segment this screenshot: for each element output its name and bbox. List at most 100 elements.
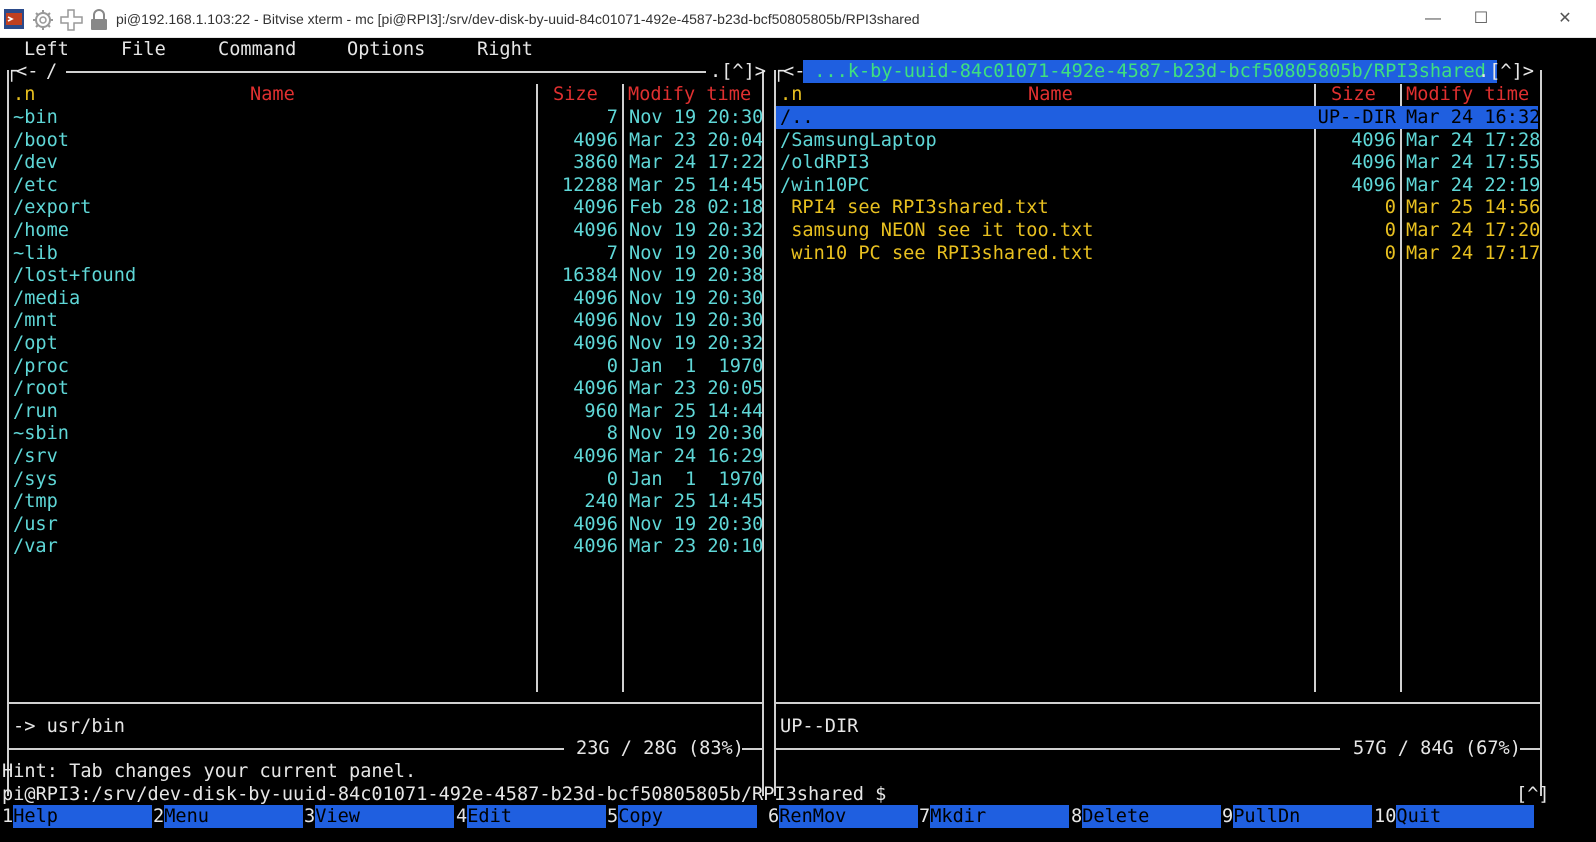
table-row[interactable]: /tmp 240 Mar 25 14:45 [0,490,764,513]
file-name: /root [13,378,69,400]
file-size: 0 [606,468,618,490]
menu-item-file[interactable]: File [121,38,166,61]
menu-item-command[interactable]: Command [218,38,296,61]
file-name: ~sbin [13,423,69,445]
file-name: /var [13,536,58,558]
file-size: 0 [1384,220,1396,241]
table-row[interactable]: ~bin 7 Nov 19 20:30 [0,106,763,129]
new-window-plus-icon[interactable] [60,9,84,34]
fkey-quit-button[interactable]: 10Quit [1374,805,1535,828]
left-panel-header: .n Name Size Modify time [0,83,780,106]
table-row[interactable]: /media 4096 Nov 19 20:30 [0,287,763,310]
file-name: /proc [13,355,69,377]
left-header-mtime[interactable]: Modify time [628,83,751,106]
table-row[interactable]: /SamsungLaptop 4096 Mar 24 17:28 [776,129,1540,152]
table-row[interactable]: /opt 4096 Nov 19 20:32 [0,332,764,355]
file-name: win10 PC see RPI3shared.txt [780,242,1094,264]
file-size: 4096 [573,220,618,241]
fkey-menu-button[interactable]: 2Menu [153,805,304,828]
file-name: /media [13,287,81,309]
table-row[interactable]: /root 4096 Mar 23 20:05 [0,377,764,400]
maximize-button[interactable]: ☐ [1458,0,1504,38]
file-mtime: Nov 19 20:32 [629,333,764,354]
left-sort-indicator[interactable]: .n [13,83,35,106]
menu-item-options[interactable]: Options [347,38,425,61]
left-panel-status: -> usr/bin [13,716,125,737]
file-name: /mnt [13,310,58,332]
fkey-pulldn-button[interactable]: 9PullDn [1222,805,1373,828]
table-row[interactable]: /win10PC 4096 Mar 24 22:19 [776,174,1540,197]
table-row[interactable]: /export 4096 Feb 28 02:18 [0,196,763,219]
file-mtime: Jan 1 1970 [629,468,764,490]
file-name: /opt [13,333,58,354]
file-name: samsung NEON see it too.txt [780,220,1094,241]
right-sort-indicator[interactable]: .n [780,83,802,106]
fkey-help-button[interactable]: 1Help [2,805,153,828]
hint-text: Hint: Tab changes your current panel. [2,761,417,782]
table-row[interactable]: win10 PC see RPI3shared.txt 0 Mar 24 17:17 [776,242,1540,265]
left-header-size[interactable]: Size [553,83,598,106]
file-size: 4096 [573,536,618,558]
file-mtime: Mar 23 20:05 [629,378,764,400]
table-row[interactable]: /etc 12288 Mar 25 14:45 [0,174,763,197]
table-row[interactable]: /mnt 4096 Nov 19 20:30 [0,309,763,332]
table-row[interactable]: /boot 4096 Mar 23 20:04 [0,129,763,152]
right-panel-disk-usage: 57G / 84G (67%) [1353,738,1521,759]
minimize-button[interactable]: — [1410,0,1456,38]
menu-item-left[interactable]: Left [24,38,69,61]
fkey-label: Menu [164,805,304,828]
left-panel-back-arrow[interactable]: <- [16,60,50,83]
file-size: 3860 [573,152,618,174]
shell-prompt[interactable]: pi@RPI3:/srv/dev-disk-by-uuid-84c01071-4… [2,783,886,806]
file-size: 4096 [573,513,618,535]
table-row[interactable]: RPI4 see RPI3shared.txt 0 Mar 25 14:56 [776,196,1540,219]
table-row[interactable]: /usr 4096 Nov 19 20:30 [0,513,763,536]
table-row[interactable]: samsung NEON see it too.txt 0 Mar 24 17:20 [776,219,1540,242]
close-button[interactable]: ✕ [1542,0,1588,38]
terminal-screen[interactable]: Left File Command Options Right ┌ <- / .… [0,38,1596,842]
window-titlebar: pi@192.168.1.103:22 - Bitvise xterm - mc… [0,0,1596,38]
file-size: 0 [606,355,618,377]
command-history-button[interactable]: [^] [1516,783,1550,806]
fkey-label: Edit [467,805,607,828]
table-row[interactable]: /var 4096 Mar 23 20:10 [0,535,763,558]
fkey-renmov-button[interactable]: 6RenMov [768,805,919,828]
right-header-size[interactable]: Size [1331,83,1376,106]
left-panel-corner-menu[interactable]: .[^]> [710,60,766,83]
table-row[interactable]: /sys 0 Jan 1 1970 [0,468,764,491]
table-row[interactable]: /oldRPI3 4096 Mar 24 17:55 [776,151,1540,174]
menu-item-right[interactable]: Right [477,38,533,61]
file-mtime: Nov 19 20:32 [629,220,764,241]
table-row[interactable]: ~lib 7 Nov 19 20:30 [0,242,763,265]
command-line[interactable]: pi@RPI3:/srv/dev-disk-by-uuid-84c01071-4… [0,783,1596,806]
fkey-copy-button[interactable]: 5Copy [607,805,758,828]
table-row[interactable]: /proc 0 Jan 1 1970 [0,355,763,378]
table-row[interactable]: /dev 3860 Mar 24 17:22 [0,151,763,174]
hint-row: Hint: Tab changes your current panel. [0,760,1596,783]
fkey-label: PullDn [1233,805,1373,828]
table-row[interactable]: /home 4096 Nov 19 20:32 [0,219,764,242]
fkey-view-button[interactable]: 3View [304,805,455,828]
menu-bar: Left File Command Options Right [0,38,1596,61]
table-row-selected[interactable]: /.. UP--DIR Mar 24 16:32 [776,106,1541,129]
right-panel-status-row: UP--DIR [773,715,1573,738]
fkey-edit-button[interactable]: 4Edit [456,805,607,828]
right-panel-header: .n Name Size Modify time [773,83,1573,106]
left-header-name[interactable]: Name [250,83,295,106]
gear-icon[interactable] [32,9,54,34]
fkey-delete-button[interactable]: 8Delete [1071,805,1222,828]
fkey-mkdir-button[interactable]: 7Mkdir [919,805,1070,828]
fkey-number: 6 [768,806,780,827]
file-mtime: Mar 24 16:32 [1406,107,1541,128]
table-row[interactable]: /srv 4096 Mar 24 16:29 [0,445,763,468]
fkey-label: Quit [1396,805,1535,828]
right-header-name[interactable]: Name [1028,83,1073,106]
table-row[interactable]: /lost+found 16384 Nov 19 20:38 [0,264,763,287]
right-panel-corner-menu[interactable]: .[^]> [1478,60,1534,83]
table-row[interactable]: ~sbin 8 Nov 19 20:30 [0,422,764,445]
right-header-mtime[interactable]: Modify time [1406,83,1529,106]
table-row[interactable]: /run 960 Mar 25 14:44 [0,400,763,423]
file-mtime: Mar 25 14:45 [629,491,764,513]
file-mtime: Nov 19 20:30 [629,423,764,445]
left-panel-disk-row: 23G / 28G (83%) [0,737,780,760]
